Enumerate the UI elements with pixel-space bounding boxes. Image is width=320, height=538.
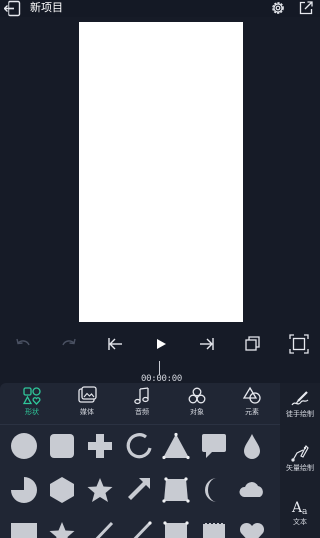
vector-draw-icon (291, 444, 309, 462)
tab-label: 音频 (135, 408, 149, 416)
tool-label: 文本 (293, 518, 307, 526)
stamp-shape[interactable] (200, 520, 228, 538)
gear-icon[interactable] (270, 0, 286, 16)
tab-label: 元素 (245, 408, 259, 416)
arc-shape[interactable] (124, 432, 152, 460)
tab-label: 形状 (25, 408, 39, 416)
layers-icon[interactable] (242, 333, 264, 355)
arrow-shape[interactable] (124, 476, 152, 504)
freehand-draw-button[interactable]: 徒手绘制 (280, 388, 320, 419)
hexagon-shape[interactable] (48, 476, 76, 504)
tab-label: 对象 (190, 408, 204, 416)
rectangle-dots-shape[interactable] (162, 520, 190, 538)
pie-shape[interactable] (10, 476, 38, 504)
line-diagonal-shape[interactable] (124, 520, 152, 538)
star-shape[interactable] (86, 476, 114, 504)
tab-label: 媒体 (80, 408, 94, 416)
play-icon[interactable] (150, 333, 172, 355)
drop-shape[interactable] (238, 432, 266, 460)
parallelogram-shape[interactable] (162, 476, 190, 504)
tool-label: 矢量绘制 (286, 464, 314, 472)
triangle-shape[interactable] (162, 432, 190, 460)
tab-elements[interactable]: 元素 (232, 385, 272, 421)
undo-icon[interactable] (12, 333, 34, 355)
crescent-shape[interactable] (200, 476, 228, 504)
category-tabs: 形状 媒体 音频 对象 元素 (0, 383, 280, 421)
skip-to-start-icon[interactable] (104, 333, 126, 355)
star-small-shape[interactable] (48, 520, 76, 538)
media-icon (78, 386, 97, 403)
speech-bubble-shape[interactable] (200, 432, 228, 460)
svg-text:a: a (302, 507, 308, 517)
export-icon[interactable] (298, 0, 314, 16)
tab-shapes[interactable]: 形状 (12, 385, 52, 421)
text-icon: A a (291, 500, 308, 517)
rounded-square-shape[interactable] (48, 432, 76, 460)
exit-icon[interactable] (4, 0, 22, 17)
plus-shape[interactable] (86, 432, 114, 460)
fullscreen-icon[interactable] (288, 333, 310, 355)
tab-audio[interactable]: 音频 (122, 385, 162, 421)
canvas[interactable] (79, 22, 243, 322)
tab-media[interactable]: 媒体 (67, 385, 107, 421)
line-shape[interactable] (86, 520, 114, 538)
text-button[interactable]: A a 文本 (280, 496, 320, 527)
music-note-icon (134, 387, 149, 405)
tool-label: 徒手绘制 (286, 410, 314, 418)
elements-icon (242, 386, 261, 404)
circle-shape[interactable] (10, 432, 38, 460)
side-tools: 徒手绘制 矢量绘制 A a 文本 (280, 383, 320, 538)
skip-to-end-icon[interactable] (196, 333, 218, 355)
cloud-shape[interactable] (238, 476, 266, 504)
freehand-draw-icon (291, 391, 309, 406)
objects-icon (188, 387, 206, 404)
redo-icon[interactable] (58, 333, 80, 355)
divider (0, 424, 280, 425)
vector-draw-button[interactable]: 矢量绘制 (280, 442, 320, 473)
shapes-icon (22, 387, 41, 405)
rectangle-shape[interactable] (10, 520, 38, 538)
heart-shape[interactable] (238, 520, 266, 538)
project-title: 新项目 (30, 1, 63, 14)
tab-objects[interactable]: 对象 (177, 385, 217, 421)
playhead[interactable] (159, 361, 160, 375)
